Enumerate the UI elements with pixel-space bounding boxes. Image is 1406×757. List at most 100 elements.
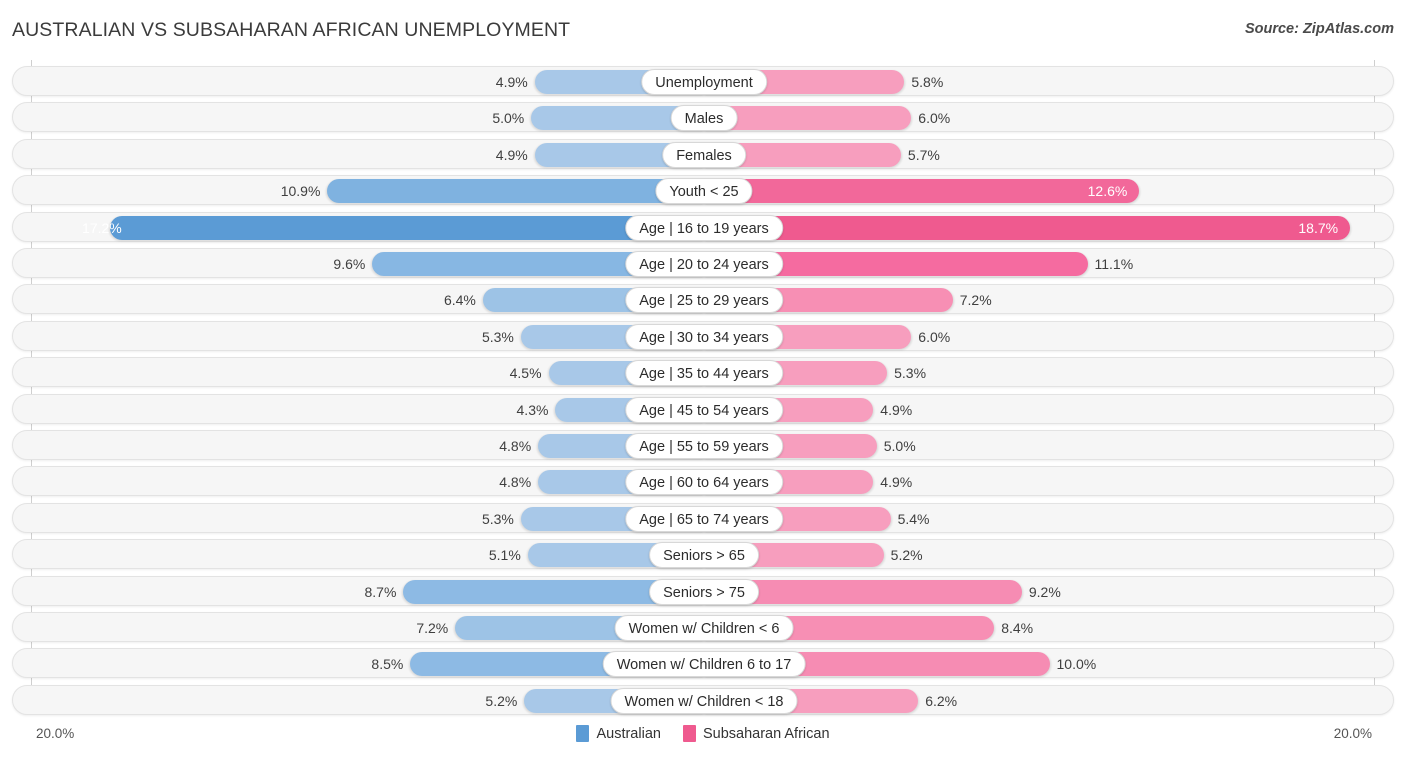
row-bars: 4.9% 5.7% Females	[13, 140, 1395, 170]
chart-header: AUSTRALIAN VS SUBSAHARAN AFRICAN UNEMPLO…	[0, 0, 1406, 58]
value-label-australian: 8.7%	[364, 583, 397, 600]
table-row: 7.2% 8.4% Women w/ Children < 6	[12, 612, 1394, 642]
legend-label: Subsaharan African	[702, 725, 830, 742]
row-category-label: Age | 20 to 24 years	[625, 251, 783, 277]
row-bars: 4.3% 4.9% Age | 45 to 54 years	[13, 395, 1395, 425]
bar-australian	[327, 179, 704, 204]
table-row: 10.9% 12.6% Youth < 25	[12, 175, 1395, 206]
table-row: 4.9% 5.7% Females	[12, 138, 1395, 170]
row-category-label: Unemployment	[641, 69, 767, 95]
value-label-australian: 6.4%	[443, 292, 476, 309]
value-label-australian: 17.2%	[82, 219, 122, 236]
table-row: 9.6% 11.1% Age | 20 to 24 years	[12, 248, 1394, 278]
value-label-subsaharan-african: 18.7%	[1298, 219, 1339, 236]
value-label-subsaharan-african: 12.6%	[1087, 183, 1128, 200]
legend-item: Australian	[576, 725, 661, 742]
value-label-australian: 4.9%	[495, 74, 528, 90]
value-label-australian: 5.3%	[481, 510, 514, 527]
table-row: 5.3% 6.0% Age | 30 to 34 years	[12, 320, 1395, 352]
legend-item: Subsaharan African	[682, 725, 830, 742]
value-label-australian: 7.2%	[416, 620, 449, 636]
row-category-label: Males	[670, 105, 738, 132]
value-label-australian: 4.8%	[499, 438, 532, 454]
value-label-subsaharan-african: 10.0%	[1056, 656, 1097, 673]
table-row: 4.3% 4.9% Age | 45 to 54 years	[12, 393, 1395, 425]
row-bars: 4.9% 5.8% Unemployment	[13, 67, 1395, 97]
row-bars: 5.1% 5.2% Seniors > 65	[13, 540, 1395, 570]
row-category-label: Women w/ Children 6 to 17	[602, 651, 806, 678]
row-bars: 8.7% 9.2% Seniors > 75	[13, 577, 1395, 607]
value-label-australian: 8.5%	[371, 656, 404, 673]
row-bars: 8.5% 10.0% Women w/ Children 6 to 17	[13, 649, 1395, 679]
value-label-subsaharan-african: 8.4%	[1001, 620, 1034, 636]
value-label-australian: 4.3%	[516, 401, 549, 418]
table-row: 17.2% 18.7% Age | 16 to 19 years	[12, 211, 1395, 243]
row-bars: 4.5% 5.3% Age | 35 to 44 years	[13, 358, 1395, 388]
value-label-subsaharan-african: 7.2%	[959, 292, 992, 309]
row-category-label: Age | 60 to 64 years	[625, 469, 783, 496]
table-row: 8.7% 9.2% Seniors > 75	[12, 575, 1395, 607]
row-category-label: Age | 45 to 54 years	[625, 396, 783, 423]
row-category-label: Women w/ Children < 6	[614, 615, 794, 641]
row-bars: 7.2% 8.4% Women w/ Children < 6	[13, 613, 1395, 643]
legend-swatch-icon	[682, 725, 696, 742]
table-row: 5.0% 6.0% Males	[12, 102, 1395, 133]
row-bars: 4.8% 4.9% Age | 60 to 64 years	[13, 467, 1395, 497]
value-label-subsaharan-african: 11.1%	[1094, 256, 1134, 272]
page-title: AUSTRALIAN VS SUBSAHARAN AFRICAN UNEMPLO…	[12, 19, 571, 41]
row-bars: 5.0% 6.0% Males	[13, 103, 1395, 133]
value-label-subsaharan-african: 5.0%	[883, 438, 916, 454]
value-label-australian: 5.0%	[492, 110, 525, 127]
value-label-subsaharan-african: 6.0%	[918, 328, 951, 345]
bar-subsaharan-african	[704, 179, 1140, 204]
value-label-subsaharan-african: 4.9%	[880, 401, 913, 418]
row-bars: 9.6% 11.1% Age | 20 to 24 years	[13, 249, 1395, 279]
row-category-label: Age | 25 to 29 years	[625, 287, 783, 314]
table-row: 6.4% 7.2% Age | 25 to 29 years	[12, 284, 1394, 315]
row-category-label: Age | 35 to 44 years	[625, 360, 783, 387]
value-label-australian: 5.1%	[488, 547, 521, 564]
table-row: 5.1% 5.2% Seniors > 65	[12, 539, 1395, 570]
table-row: 5.2% 6.2% Women w/ Children < 18	[12, 684, 1395, 716]
value-label-australian: 4.5%	[509, 365, 542, 382]
value-label-subsaharan-african: 5.2%	[890, 547, 923, 564]
table-row: 4.9% 5.8% Unemployment	[12, 66, 1394, 96]
legend-label: Australian	[596, 725, 661, 742]
row-category-label: Age | 30 to 34 years	[625, 323, 783, 350]
value-label-australian: 9.6%	[333, 256, 366, 272]
chart-footer: 20.0% 20.0% Australian Subsaharan African	[0, 715, 1406, 757]
value-label-subsaharan-african: 6.2%	[925, 692, 958, 709]
row-category-label: Females	[662, 141, 746, 168]
value-label-subsaharan-african: 5.8%	[911, 74, 944, 90]
value-label-subsaharan-african: 5.7%	[907, 146, 940, 163]
value-label-subsaharan-african: 5.3%	[894, 365, 927, 382]
row-category-label: Seniors > 75	[649, 578, 759, 605]
row-bars: 10.9% 12.6% Youth < 25	[13, 176, 1395, 206]
row-category-label: Women w/ Children < 18	[610, 687, 798, 714]
row-bars: 17.2% 18.7% Age | 16 to 19 years	[13, 213, 1395, 243]
value-label-australian: 5.3%	[481, 328, 514, 345]
row-category-label: Age | 16 to 19 years	[625, 214, 783, 241]
table-row: 8.5% 10.0% Women w/ Children 6 to 17	[12, 648, 1395, 679]
value-label-subsaharan-african: 4.9%	[880, 474, 913, 491]
row-category-label: Seniors > 65	[649, 542, 759, 569]
row-category-label: Youth < 25	[655, 178, 753, 205]
row-category-label: Age | 55 to 59 years	[625, 433, 783, 459]
value-label-australian: 4.8%	[499, 474, 532, 491]
row-bars: 4.8% 5.0% Age | 55 to 59 years	[13, 431, 1395, 461]
table-row: 5.3% 5.4% Age | 65 to 74 years	[12, 502, 1395, 534]
row-bars: 5.3% 6.0% Age | 30 to 34 years	[13, 322, 1395, 352]
row-bars: 5.2% 6.2% Women w/ Children < 18	[13, 686, 1395, 716]
table-row: 4.8% 4.9% Age | 60 to 64 years	[12, 466, 1395, 497]
value-label-australian: 10.9%	[280, 183, 321, 200]
row-bars: 5.3% 5.4% Age | 65 to 74 years	[13, 504, 1395, 534]
source-attribution: Source: ZipAtlas.com	[1244, 21, 1394, 37]
value-label-australian: 4.9%	[495, 146, 528, 163]
chart-legend: Australian Subsaharan African	[0, 725, 1406, 742]
bar-australian	[109, 215, 704, 240]
value-label-subsaharan-african: 5.4%	[897, 510, 930, 527]
row-category-label: Age | 65 to 74 years	[625, 505, 783, 532]
chart-plot-area: 4.9% 5.8% Unemployment 5.0% 6.0% Males 4.9% 5.7…	[0, 60, 1406, 715]
table-row: 4.8% 5.0% Age | 55 to 59 years	[12, 430, 1394, 460]
bar-subsaharan-african	[704, 215, 1351, 240]
